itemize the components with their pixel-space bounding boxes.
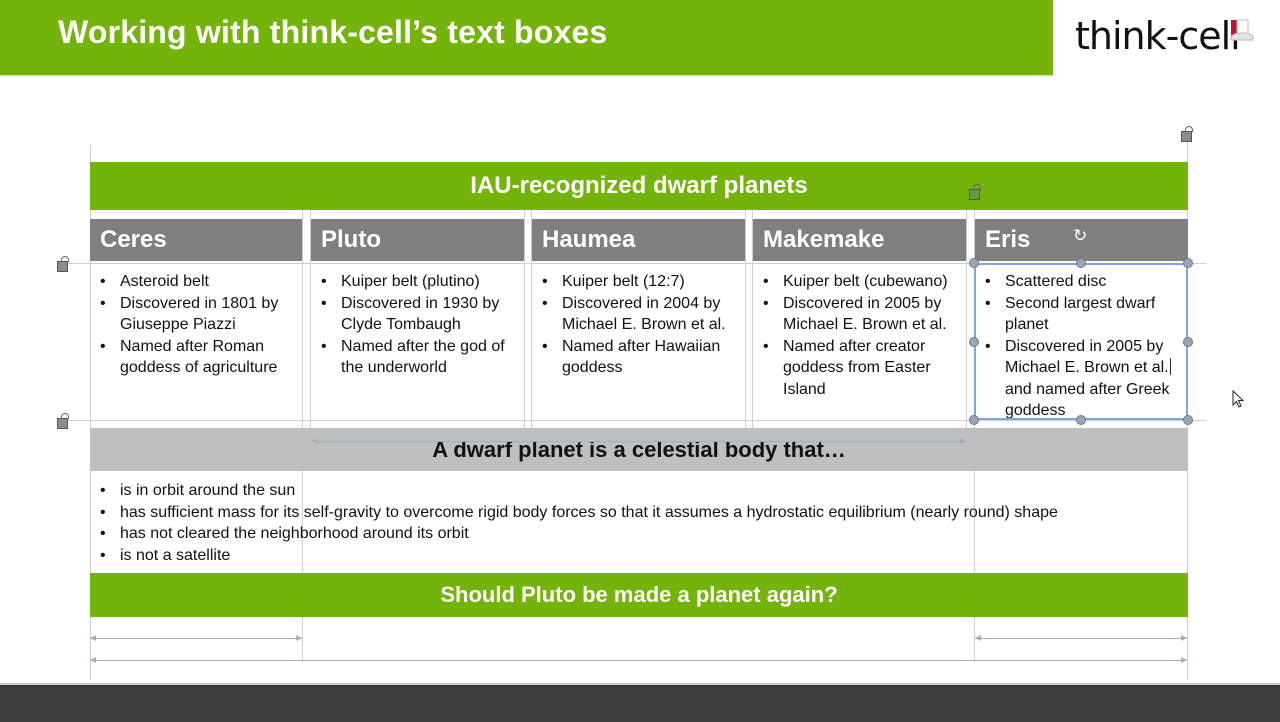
planet-cell-ceres[interactable]: Asteroid belt Discovered in 1801 by Gius…: [90, 262, 302, 420]
planet-name: Makemake: [763, 226, 885, 253]
fact-item: Kuiper belt (plutino): [319, 271, 518, 293]
planet-cell-haumea[interactable]: Kuiper belt (12:7) Discovered in 2004 by…: [532, 262, 745, 420]
resize-handle-br[interactable]: [1183, 415, 1193, 425]
planet-cell-makemake[interactable]: Kuiper belt (cubewano) Discovered in 200…: [753, 262, 966, 420]
footer-bar: [0, 683, 1280, 722]
width-arrow-col1[interactable]: [90, 635, 302, 641]
fact-item: Asteroid belt: [98, 271, 296, 293]
guide-line-col5: [745, 210, 746, 450]
question-band[interactable]: Should Pluto be made a planet again?: [90, 573, 1188, 617]
fact-item: Discovered in 1930 by Clyde Tombaugh: [319, 293, 518, 336]
criteria-list[interactable]: is in orbit around the sun has sufficien…: [90, 480, 1188, 566]
think-cell-logo: think-cell: [1075, 14, 1241, 58]
resize-handle-r[interactable]: [1183, 337, 1193, 347]
width-arrow-total[interactable]: [90, 657, 1187, 663]
resize-handle-l[interactable]: [969, 337, 979, 347]
criteria-item: is in orbit around the sun: [98, 480, 1188, 502]
question-text: Should Pluto be made a planet again?: [440, 582, 838, 607]
planet-header-makemake[interactable]: Makemake: [753, 219, 966, 261]
slide-title: Working with think-cell’s text boxes: [58, 14, 608, 50]
lock-icon[interactable]: [57, 256, 69, 272]
planet-name: Ceres: [100, 226, 167, 253]
text-box-selection[interactable]: [974, 263, 1188, 420]
planet-header-haumea[interactable]: Haumea: [532, 219, 745, 261]
criteria-item: is not a satellite: [98, 545, 1188, 567]
width-arrow-col5[interactable]: [975, 635, 1187, 641]
planet-name: Pluto: [321, 226, 381, 253]
lock-icon[interactable]: [969, 184, 981, 200]
mouse-pointer-icon: [1232, 390, 1244, 408]
table-title: IAU-recognized dwarf planets: [470, 172, 808, 199]
rotate-handle-icon[interactable]: ↻: [1073, 226, 1087, 246]
think-cell-logo-icon: [1230, 19, 1254, 41]
resize-handle-bl[interactable]: [969, 415, 979, 425]
fact-item: Named after creator goddess from Easter …: [761, 336, 960, 401]
fact-item: Kuiper belt (cubewano): [761, 271, 960, 293]
resize-handle-b[interactable]: [1076, 415, 1086, 425]
fact-item: Discovered in 2004 by Michael E. Brown e…: [540, 293, 739, 336]
title-shadow: [0, 75, 1053, 78]
resize-handle-t[interactable]: [1076, 258, 1086, 268]
slide-title-bar: Working with think-cell’s text boxes: [0, 0, 1053, 75]
fact-item: Named after Hawaiian goddess: [540, 336, 739, 379]
fact-item: Named after the god of the underworld: [319, 336, 518, 379]
criteria-item: has not cleared the neighborhood around …: [98, 523, 1188, 545]
resize-handle-tr[interactable]: [1183, 258, 1193, 268]
fact-item: Discovered in 1801 by Giuseppe Piazzi: [98, 293, 296, 336]
planet-name: Haumea: [542, 226, 636, 253]
criteria-item: has sufficient mass for its self-gravity…: [98, 502, 1188, 524]
logo-text: think-cell: [1075, 14, 1241, 58]
planet-cell-pluto[interactable]: Kuiper belt (plutino) Discovered in 1930…: [311, 262, 524, 420]
fact-item: Named after Roman goddess of agriculture: [98, 336, 296, 379]
planet-header-ceres[interactable]: Ceres: [90, 219, 302, 261]
definition-band[interactable]: A dwarf planet is a celestial body that…: [90, 428, 1188, 471]
guide-line-col3: [524, 210, 525, 450]
planet-header-pluto[interactable]: Pluto: [311, 219, 524, 261]
resize-handle-tl[interactable]: [969, 258, 979, 268]
planet-name: Eris: [985, 226, 1031, 253]
fact-item: Discovered in 2005 by Michael E. Brown e…: [761, 293, 960, 336]
table-title-band[interactable]: IAU-recognized dwarf planets: [90, 162, 1188, 210]
lock-icon[interactable]: [1181, 126, 1193, 142]
fact-item: Kuiper belt (12:7): [540, 271, 739, 293]
lock-icon[interactable]: [57, 413, 69, 429]
span-arrow[interactable]: [312, 438, 966, 444]
